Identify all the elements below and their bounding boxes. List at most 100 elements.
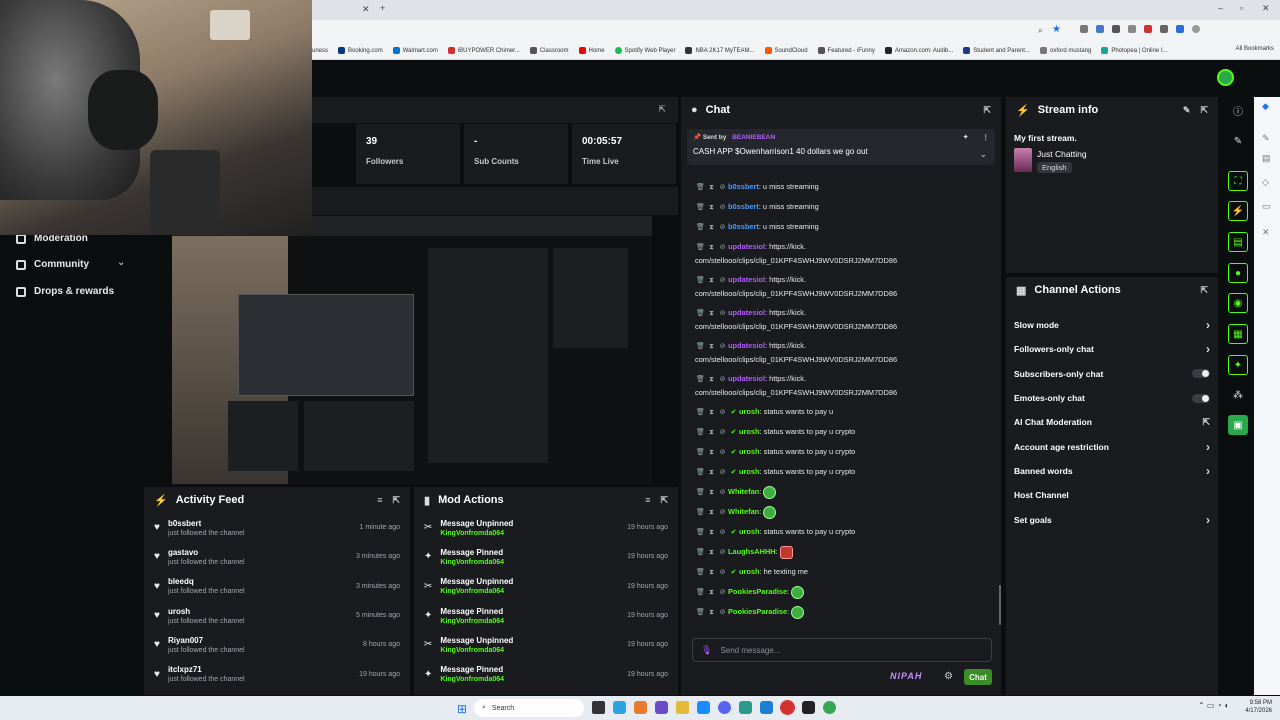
chat-username[interactable]: updatesiol <box>728 242 765 251</box>
side-edit-icon[interactable]: ✎ <box>1262 133 1270 144</box>
delete-icon[interactable]: 🗑 <box>695 566 706 579</box>
popout-icon[interactable]: ⇱ <box>1200 105 1208 116</box>
chat-message[interactable]: 🗑⧗⊘updatesiol: https://kick.com/stellooo… <box>681 303 1001 336</box>
delete-icon[interactable]: 🗑 <box>695 274 706 287</box>
delete-icon[interactable]: 🗑 <box>695 446 706 459</box>
popout-icon[interactable]: ⇱ <box>392 495 400 506</box>
document-icon[interactable]: ▤ <box>1228 232 1248 252</box>
settings-gear-icon[interactable]: ⚙ <box>944 671 953 682</box>
chevron-down-icon[interactable]: ⌄ <box>117 257 125 268</box>
ban-icon[interactable]: ⊘ <box>717 606 728 619</box>
channel-action-row[interactable]: Followers-only chat › <box>1006 337 1218 361</box>
chat-message[interactable]: 🗑 ⧗ ⊘ Whitefan: <box>681 482 1001 502</box>
layout-icon[interactable]: ▦ <box>1228 324 1248 344</box>
chat-message[interactable]: 🗑 ⧗ ⊘ ✔ urosh: status wants to pay u <box>681 402 1001 422</box>
chat-username[interactable]: updatesiol <box>728 341 765 350</box>
mod-action-row[interactable]: ✦ Message Pinned KingVonfromda064 19 hours … <box>414 659 678 688</box>
app-icon[interactable] <box>592 701 605 714</box>
delete-icon[interactable]: 🗑 <box>695 406 706 419</box>
bookmark-item[interactable]: Photopea | Online I... <box>1101 47 1168 54</box>
timeout-icon[interactable]: ⧗ <box>706 566 717 579</box>
chat-username[interactable]: b0ssbert <box>728 202 759 211</box>
chat-username[interactable]: b0ssbert <box>728 182 759 191</box>
timeout-icon[interactable]: ⧗ <box>706 241 717 254</box>
ban-icon[interactable]: ⊘ <box>717 274 728 287</box>
filter-icon[interactable]: ≡ <box>645 495 650 505</box>
side-tools-icon[interactable]: ✕ <box>1262 227 1270 238</box>
chat-username[interactable]: urosh <box>739 567 760 576</box>
chevron-right-icon[interactable]: › <box>1206 440 1210 454</box>
bookmark-item[interactable]: Booking.com <box>338 47 383 54</box>
external-link-icon[interactable]: ⇱ <box>1202 417 1210 428</box>
activity-row[interactable]: ♥ bleedq just followed the channel 3 minute… <box>144 572 410 601</box>
app-icon[interactable] <box>739 701 752 714</box>
channel-action-row[interactable]: Slow mode › <box>1006 313 1218 337</box>
chat-input[interactable]: 🎙 Send message... <box>692 638 992 662</box>
app-icon[interactable] <box>634 701 647 714</box>
delete-icon[interactable]: 🗑 <box>695 221 706 234</box>
extension-icon[interactable]: ▣ <box>1228 415 1248 435</box>
timeout-icon[interactable]: ⧗ <box>706 446 717 459</box>
ban-icon[interactable]: ⊘ <box>717 373 728 386</box>
mod-action-row[interactable]: ✦ Message Pinned KingVonfromda064 19 hours … <box>414 601 678 630</box>
timeout-icon[interactable]: ⧗ <box>706 340 717 353</box>
chevron-right-icon[interactable]: › <box>1206 464 1210 478</box>
bookmark-item[interactable]: Spotify Web Player <box>614 47 675 54</box>
delete-icon[interactable]: 🗑 <box>695 546 706 559</box>
app-icon[interactable] <box>802 701 815 714</box>
bookmark-item[interactable]: Featured - iFunny <box>817 47 875 54</box>
chat-message[interactable]: 🗑⧗⊘updatesiol: https://kick.com/stellooo… <box>681 336 1001 369</box>
ban-icon[interactable]: ⊘ <box>717 221 728 234</box>
chat-username[interactable]: updatesiol <box>728 374 765 383</box>
chat-username[interactable]: PookiesParadise <box>728 607 787 616</box>
ban-icon[interactable]: ⊘ <box>717 426 728 439</box>
clock[interactable]: 9:58 PM 4/17/2026 <box>1245 699 1272 715</box>
bookmark-item[interactable]: NBA 2K17 MyTEAM... <box>685 47 755 54</box>
info-icon[interactable]: ⓘ <box>1228 100 1248 120</box>
taskbar-search[interactable]: ⌕ Search <box>474 699 584 717</box>
channel-action-row[interactable]: Set goals › <box>1006 507 1218 531</box>
side-doc-icon[interactable]: ▤ <box>1262 153 1271 164</box>
minimize-icon[interactable]: – <box>1218 3 1223 13</box>
app-icon[interactable] <box>613 701 626 714</box>
toggle-switch[interactable] <box>1192 369 1210 379</box>
chat-username[interactable]: urosh <box>739 427 760 436</box>
timeout-icon[interactable]: ⧗ <box>706 181 717 194</box>
side-game-icon[interactable]: ▭ <box>1262 201 1271 212</box>
emote-image[interactable] <box>763 505 777 519</box>
timeout-icon[interactable]: ⧗ <box>706 201 717 214</box>
activity-row[interactable]: ♥ urosh just followed the channel 5 minutes… <box>144 601 410 630</box>
emote-image[interactable] <box>791 585 805 599</box>
delete-icon[interactable]: 🗑 <box>695 526 706 539</box>
channel-action-row[interactable]: Account age restriction › <box>1006 434 1218 458</box>
delete-icon[interactable]: 🗑 <box>695 506 706 519</box>
ban-icon[interactable]: ⊘ <box>717 406 728 419</box>
activity-row[interactable]: ♥ itclxpz71 just followed the channel 19 ho… <box>144 659 410 688</box>
chat-message[interactable]: 🗑⧗⊘updatesiol: https://kick.com/stellooo… <box>681 270 1001 303</box>
channel-action-row[interactable]: Banned words › <box>1006 459 1218 483</box>
timeout-icon[interactable]: ⧗ <box>706 506 717 519</box>
delete-icon[interactable]: 🗑 <box>695 307 706 320</box>
timeout-icon[interactable]: ⧗ <box>706 406 717 419</box>
bookmark-star-icon[interactable]: ★ <box>1052 24 1061 35</box>
zoom-icon[interactable]: ⌕ <box>1038 25 1043 36</box>
popout-icon[interactable]: ⇱ <box>983 105 991 116</box>
delete-icon[interactable]: 🗑 <box>695 466 706 479</box>
unpin-icon[interactable]: ✦ <box>963 133 968 141</box>
activity-row[interactable]: ♥ b0ssbert just followed the channel 1 minu… <box>144 513 410 542</box>
chat-message[interactable]: 🗑 ⧗ ⊘ ✔ urosh: status wants to pay u crypto <box>681 522 1001 542</box>
bookmark-item[interactable]: Student and Parent... <box>963 47 1030 54</box>
app-icon[interactable] <box>676 701 689 714</box>
chat-username[interactable]: Whitefan <box>728 487 759 496</box>
chat-icon[interactable]: ● <box>1228 263 1248 283</box>
timeout-icon[interactable]: ⧗ <box>706 486 717 499</box>
bookmark-item[interactable]: Walmart.com <box>392 47 438 54</box>
popout-icon[interactable]: ⇱ <box>658 104 666 115</box>
toggle-switch[interactable] <box>1192 393 1210 403</box>
delete-icon[interactable]: 🗑 <box>695 340 706 353</box>
chat-username[interactable]: urosh <box>739 527 760 536</box>
ban-icon[interactable]: ⊘ <box>717 546 728 559</box>
app-icon[interactable] <box>780 700 795 715</box>
windows-start-icon[interactable]: ⊞ <box>457 702 467 716</box>
crop-icon[interactable]: ⛶ <box>1228 171 1248 191</box>
